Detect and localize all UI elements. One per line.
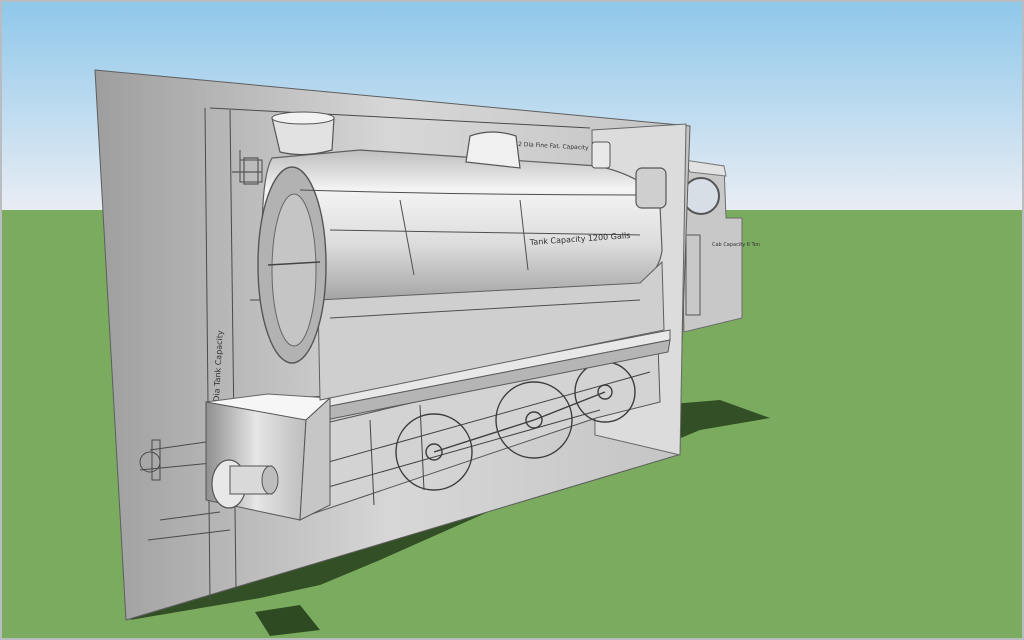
locomotive-model-scene[interactable]: Cab Capacity 6 Ton Car. Dia Tank Capacit… [0,0,1024,640]
safety-valve [591,141,611,169]
steam-dome [465,131,521,169]
cab-label: Cab Capacity 6 Ton [712,242,760,248]
3d-viewport[interactable]: Cab Capacity 6 Ton Car. Dia Tank Capacit… [0,0,1024,640]
cab-front-window [635,167,667,209]
